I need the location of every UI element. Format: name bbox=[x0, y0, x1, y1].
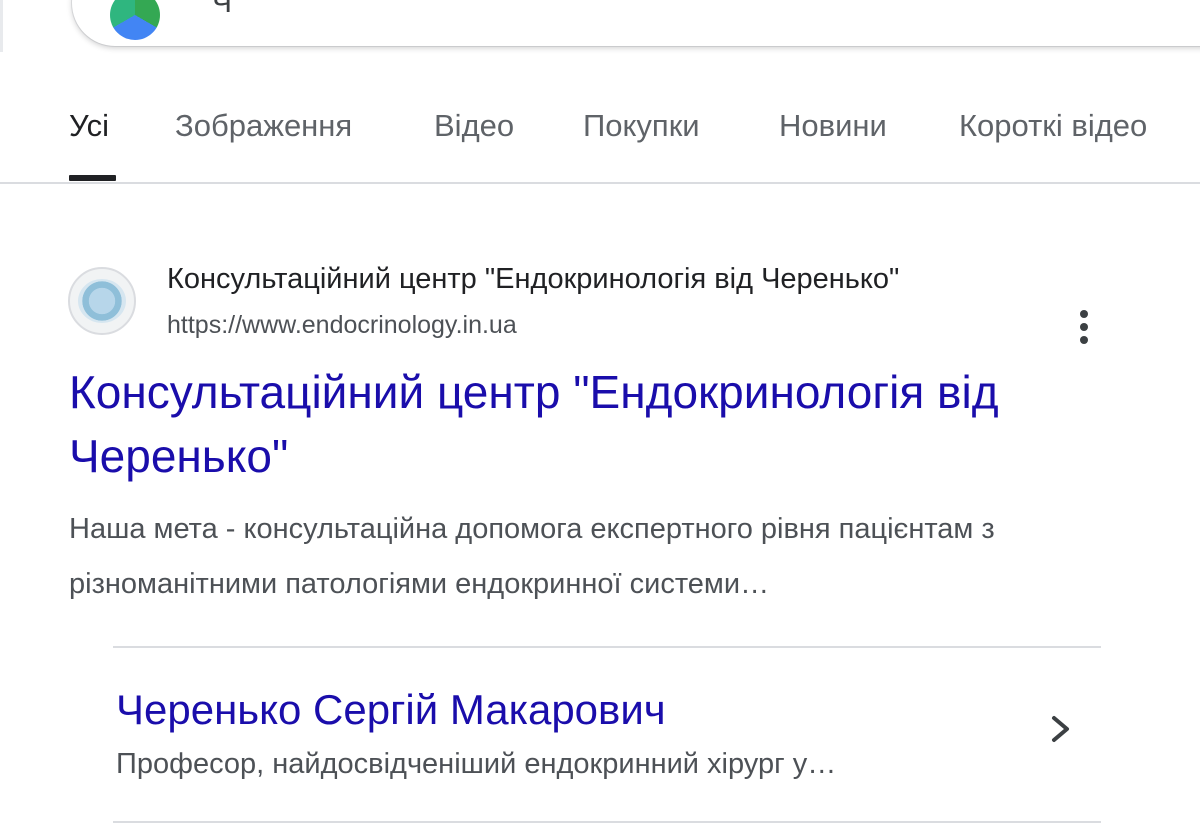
sitelink-item[interactable]: Черенько Сергій Макарович Професор, найд… bbox=[113, 660, 1101, 820]
tab-news[interactable]: Новини bbox=[779, 108, 887, 144]
site-favicon-icon bbox=[68, 267, 136, 335]
active-tab-indicator bbox=[69, 175, 116, 181]
result-title-link[interactable]: Консультаційний центр "Ендокринологія ві… bbox=[69, 360, 1129, 488]
sitelink-divider-top bbox=[113, 646, 1101, 648]
sitelink-title[interactable]: Черенько Сергій Макарович bbox=[116, 686, 666, 734]
tab-video[interactable]: Відео bbox=[434, 108, 514, 144]
result-url[interactable]: https://www.endocrinology.in.ua bbox=[167, 311, 517, 340]
result-snippet: Наша мета - консультаційна допомога експ… bbox=[69, 513, 995, 600]
tabs-divider bbox=[0, 182, 1200, 184]
sitelink-divider-bottom bbox=[113, 821, 1101, 823]
more-options-icon[interactable] bbox=[1070, 308, 1100, 346]
chevron-right-icon[interactable] bbox=[1043, 712, 1077, 746]
favicon-emblem bbox=[78, 279, 126, 323]
tab-all[interactable]: Усі bbox=[69, 108, 109, 144]
tab-shopping[interactable]: Покупки bbox=[583, 108, 700, 144]
result-site-name[interactable]: Консультаційний центр "Ендокринологія ві… bbox=[167, 263, 899, 296]
sitelink-description: Професор, найдосвідченіший ендокринний х… bbox=[116, 748, 837, 780]
search-tabs: Усі Зображення Відео Покупки Новини Коро… bbox=[0, 0, 1200, 184]
tab-short-videos[interactable]: Короткі відео bbox=[959, 108, 1147, 144]
tab-images[interactable]: Зображення bbox=[175, 108, 352, 144]
